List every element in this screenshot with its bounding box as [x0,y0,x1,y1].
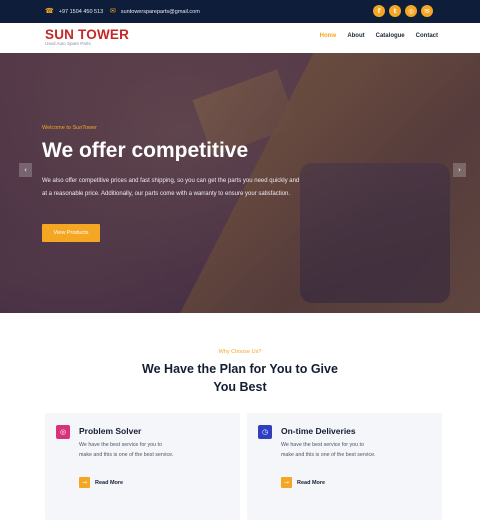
view-products-button[interactable]: View Products [42,224,100,242]
feature-card-on-time-deliveries: ◷ On-time Deliveries We have the best se… [247,413,442,520]
card-text: We have the best service for you to make… [281,442,376,458]
feature-card-problem-solver: ◎ Problem Solver We have the best servic… [45,413,240,520]
nav-home[interactable]: Home [320,33,337,39]
hero-slider: Welcome to SunTower We offer competitive… [0,53,480,313]
arrow-right-icon: → [281,477,292,488]
nav-contact[interactable]: Contact [416,33,438,39]
card-text: We have the best service for you to make… [79,442,174,458]
topbar-email[interactable]: ✉ suntowerspareparts@gmail.com [110,0,200,23]
target-icon: ◎ [56,425,70,439]
slider-prev-button[interactable]: ‹ [19,163,32,177]
phone-icon: ☎ [45,8,54,15]
site-header: SUN TOWER Used Auto Spare Parts Home Abo… [0,23,480,53]
read-more-button[interactable]: → Read More [79,477,123,488]
read-more-button[interactable]: → Read More [281,477,325,488]
top-bar: ☎ +97 1504 450 513 ✉ suntowerspareparts@… [0,0,480,23]
chevron-right-icon: › [458,166,461,174]
hero-kicker: Welcome to SunTower [42,125,97,131]
phone-number: +97 1504 450 513 [58,8,104,15]
card-title: On-time Deliveries [281,426,356,436]
topbar-phone[interactable]: ☎ +97 1504 450 513 [45,0,103,23]
hero-description: We also offer competitive prices and fas… [42,178,300,197]
logo[interactable]: SUN TOWER [45,27,129,42]
envelope-icon: ✉ [110,8,116,15]
social-links: f t ◎ ✉ [373,5,433,17]
email-icon[interactable]: ✉ [421,5,433,17]
instagram-icon[interactable]: ◎ [405,5,417,17]
twitter-icon[interactable]: t [389,5,401,17]
read-more-label: Read More [95,479,124,486]
section-kicker: Why Choose Us? [218,349,262,355]
section-title: We Have the Plan for You to Give You Bes… [142,362,338,394]
arrow-right-icon: → [79,477,90,488]
tagline: Used Auto Spare Parts [45,41,91,46]
slider-next-button[interactable]: › [453,163,466,177]
email-address: suntowerspareparts@gmail.com [120,8,200,15]
nav-catalogue[interactable]: Catalogue [376,33,405,39]
main-nav: Home About Catalogue Contact [320,33,438,39]
facebook-icon[interactable]: f [373,5,385,17]
chevron-left-icon: ‹ [24,166,27,174]
clock-icon: ◷ [258,425,272,439]
nav-about[interactable]: About [347,33,364,39]
card-title: Problem Solver [79,426,142,436]
hero-title: We offer competitive [42,139,249,161]
read-more-label: Read More [297,479,326,486]
